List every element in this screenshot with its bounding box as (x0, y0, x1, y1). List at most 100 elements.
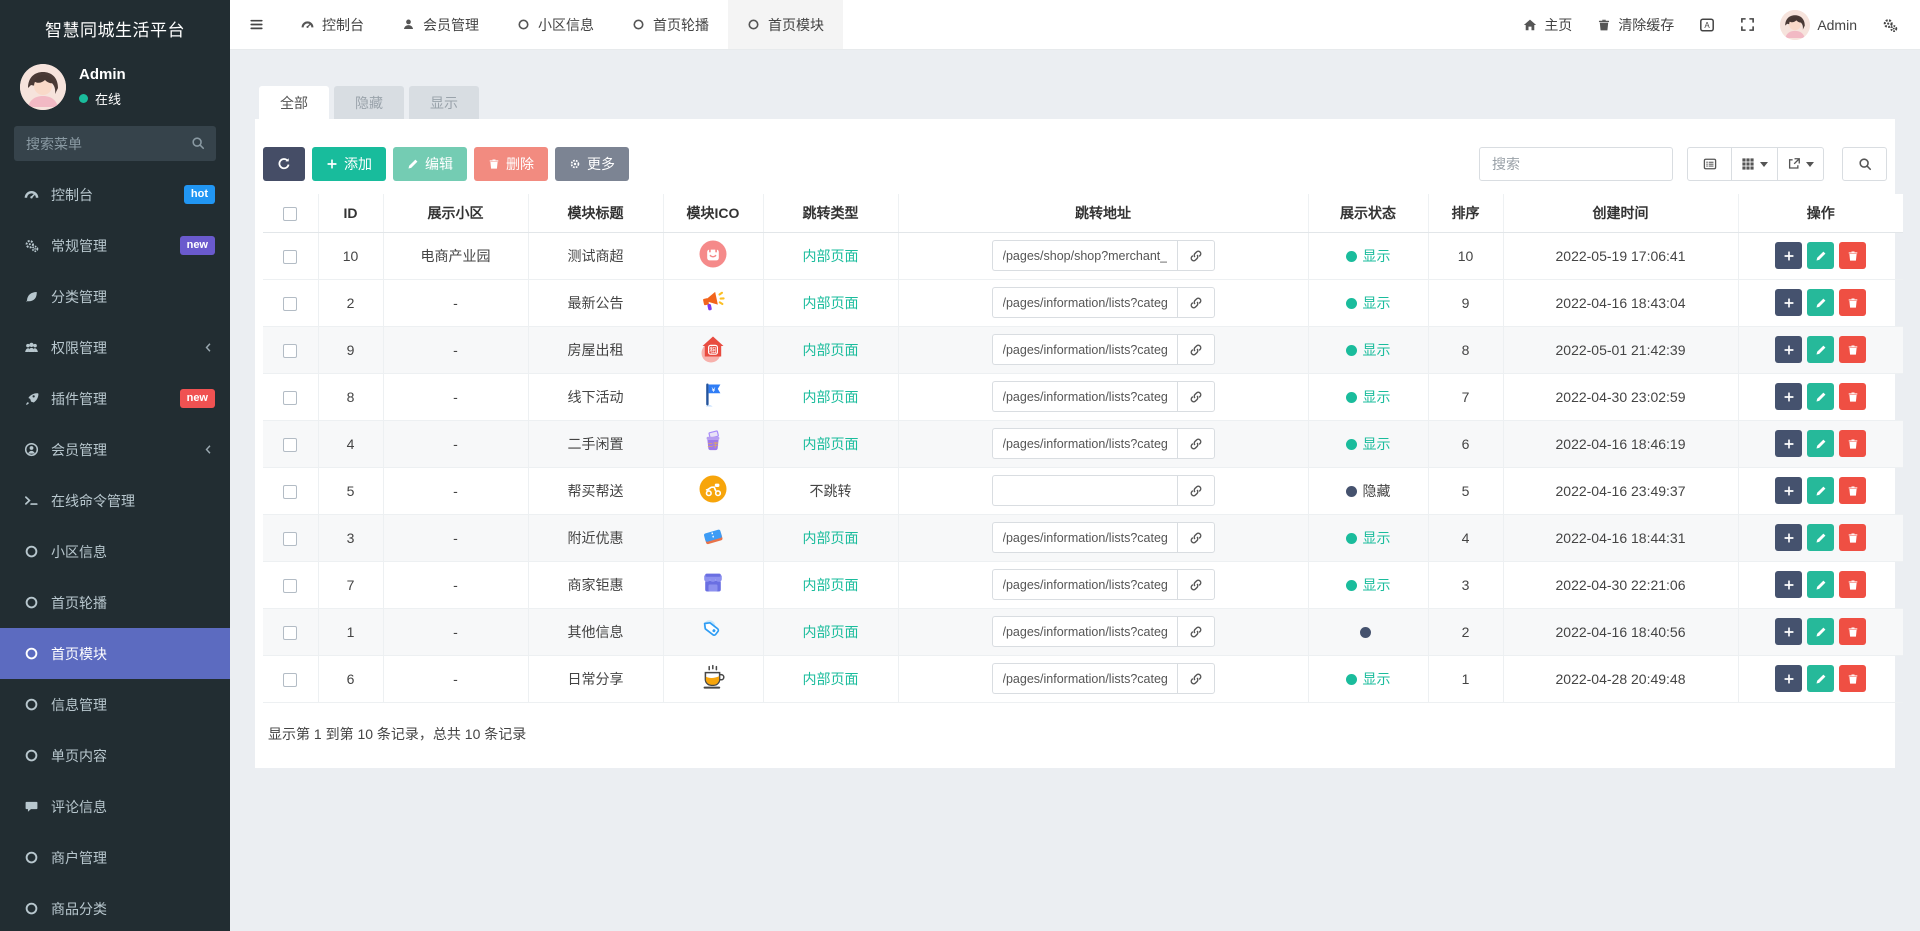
row-checkbox[interactable] (283, 531, 298, 546)
row-checkbox[interactable] (283, 390, 298, 405)
detail-view-button[interactable] (1687, 147, 1732, 181)
sidebar-item-general[interactable]: 常规管理 new (0, 220, 230, 271)
columns-button[interactable] (1732, 147, 1778, 181)
row-delete-button[interactable] (1839, 289, 1867, 316)
row-add-button[interactable] (1775, 242, 1803, 269)
row-delete-button[interactable] (1839, 571, 1867, 598)
jump-url-input[interactable] (991, 569, 1177, 600)
row-add-button[interactable] (1775, 571, 1803, 598)
row-checkbox[interactable] (283, 249, 298, 264)
jump-url-input[interactable] (991, 616, 1177, 647)
row-edit-button[interactable] (1807, 477, 1835, 504)
link-button[interactable] (1176, 663, 1215, 694)
row-delete-button[interactable] (1839, 618, 1867, 645)
sidebar-item-information[interactable]: 信息管理 (0, 679, 230, 730)
sidebar-item-banner[interactable]: 首页轮播 (0, 577, 230, 628)
sidebar-item-auth[interactable]: 权限管理 (0, 322, 230, 373)
row-add-button[interactable] (1775, 383, 1803, 410)
clear-cache-button[interactable]: 清除缓存 (1597, 15, 1674, 35)
sidebar-item-console[interactable]: 控制台 hot (0, 169, 230, 220)
language-icon[interactable]: A (1699, 17, 1715, 33)
jump-url-input[interactable] (991, 334, 1177, 365)
sidebar-item-goods-category[interactable]: 商品分类 (0, 883, 230, 931)
refresh-button[interactable] (263, 147, 305, 181)
home-link[interactable]: 主页 (1523, 15, 1572, 35)
sidebar-item-command[interactable]: 在线命令管理 (0, 475, 230, 526)
row-add-button[interactable] (1775, 665, 1803, 692)
jump-url-input[interactable] (991, 522, 1177, 553)
row-edit-button[interactable] (1807, 383, 1835, 410)
sidebar-item-module[interactable]: 首页模块 (0, 628, 230, 679)
sidebar-item-community[interactable]: 小区信息 (0, 526, 230, 577)
link-button[interactable] (1176, 569, 1215, 600)
jump-url-input[interactable] (991, 287, 1177, 318)
table-search-input[interactable] (1479, 147, 1673, 181)
tab-module[interactable]: 首页模块 (728, 0, 843, 49)
row-add-button[interactable] (1775, 477, 1803, 504)
add-button[interactable]: 添加 (312, 147, 386, 181)
jump-url-input[interactable] (991, 663, 1177, 694)
link-button[interactable] (1176, 334, 1215, 365)
row-delete-button[interactable] (1839, 242, 1867, 269)
select-all-checkbox[interactable] (283, 206, 298, 221)
sidebar-item-member[interactable]: 会员管理 (0, 424, 230, 475)
row-edit-button[interactable] (1807, 524, 1835, 551)
row-checkbox[interactable] (283, 437, 298, 452)
tab-community[interactable]: 小区信息 (498, 0, 613, 49)
filter-tab-2[interactable]: 显示 (409, 86, 479, 119)
sidebar-item-category[interactable]: 分类管理 (0, 271, 230, 322)
jump-url-input[interactable] (991, 240, 1177, 271)
link-button[interactable] (1176, 616, 1215, 647)
sidebar-item-addon[interactable]: 插件管理 new (0, 373, 230, 424)
row-delete-button[interactable] (1839, 477, 1867, 504)
link-button[interactable] (1176, 381, 1215, 412)
filter-tab-0[interactable]: 全部 (259, 86, 329, 119)
row-edit-button[interactable] (1807, 665, 1835, 692)
settings-gears-icon[interactable] (1882, 17, 1898, 33)
edit-button[interactable]: 编辑 (393, 147, 467, 181)
sidebar-item-page[interactable]: 单页内容 (0, 730, 230, 781)
row-delete-button[interactable] (1839, 524, 1867, 551)
link-button[interactable] (1176, 240, 1215, 271)
export-button[interactable] (1778, 147, 1824, 181)
fullscreen-icon[interactable] (1740, 17, 1755, 32)
row-delete-button[interactable] (1839, 383, 1867, 410)
sidebar-item-merchant[interactable]: 商户管理 (0, 832, 230, 883)
link-button[interactable] (1176, 522, 1215, 553)
row-edit-button[interactable] (1807, 289, 1835, 316)
row-add-button[interactable] (1775, 524, 1803, 551)
row-delete-button[interactable] (1839, 336, 1867, 363)
row-checkbox[interactable] (283, 625, 298, 640)
jump-url-input[interactable] (991, 428, 1177, 459)
row-add-button[interactable] (1775, 618, 1803, 645)
row-add-button[interactable] (1775, 289, 1803, 316)
row-checkbox[interactable] (283, 578, 298, 593)
row-checkbox[interactable] (283, 484, 298, 499)
row-edit-button[interactable] (1807, 336, 1835, 363)
delete-button[interactable]: 删除 (474, 147, 548, 181)
link-button[interactable] (1176, 287, 1215, 318)
row-checkbox[interactable] (283, 672, 298, 687)
row-checkbox[interactable] (283, 343, 298, 358)
sidebar-item-comment[interactable]: 评论信息 (0, 781, 230, 832)
menu-search-input[interactable] (14, 126, 216, 161)
row-add-button[interactable] (1775, 336, 1803, 363)
row-edit-button[interactable] (1807, 618, 1835, 645)
search-button[interactable] (1842, 147, 1887, 181)
link-button[interactable] (1176, 428, 1215, 459)
row-delete-button[interactable] (1839, 430, 1867, 457)
row-edit-button[interactable] (1807, 242, 1835, 269)
row-edit-button[interactable] (1807, 430, 1835, 457)
row-edit-button[interactable] (1807, 571, 1835, 598)
tab-banner[interactable]: 首页轮播 (613, 0, 728, 49)
row-add-button[interactable] (1775, 430, 1803, 457)
jump-url-input[interactable] (991, 475, 1177, 506)
jump-url-input[interactable] (991, 381, 1177, 412)
link-button[interactable] (1176, 475, 1215, 506)
row-checkbox[interactable] (283, 296, 298, 311)
tab-console[interactable]: 控制台 (282, 0, 383, 49)
tab-member[interactable]: 会员管理 (383, 0, 498, 49)
user-menu[interactable]: Admin (1780, 9, 1857, 40)
menu-toggle-icon[interactable] (230, 0, 282, 49)
filter-tab-1[interactable]: 隐藏 (334, 86, 404, 119)
